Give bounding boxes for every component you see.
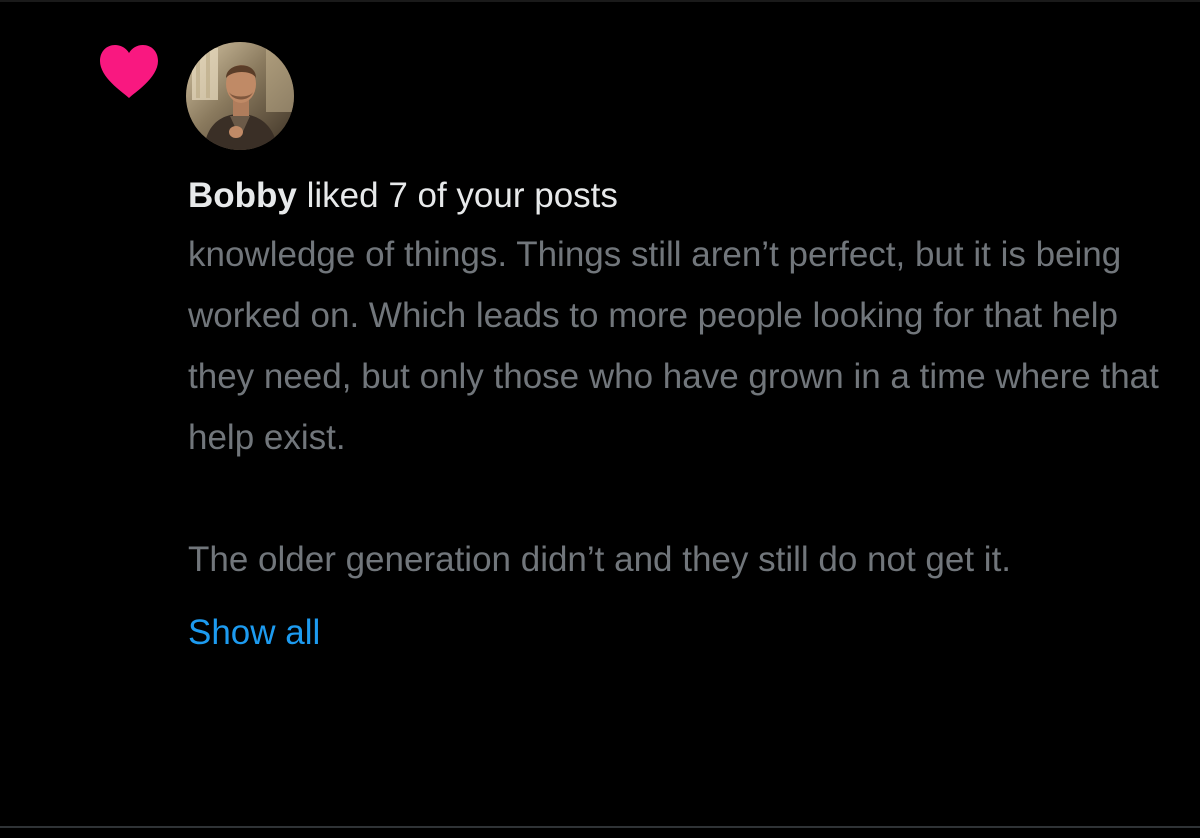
notification-headline: Bobby liked 7 of your posts [188,168,1178,224]
notification-cell[interactable]: Bobby liked 7 of your posts knowledge of… [0,0,1200,838]
bottom-divider [0,826,1200,828]
action-text: liked 7 of your posts [296,176,618,215]
post-preview[interactable]: knowledge of things. Things still aren’t… [188,224,1178,590]
actor-name[interactable]: Bobby [188,176,297,215]
show-all-link[interactable]: Show all [188,603,320,663]
top-divider [0,0,1200,2]
notification-body: Bobby liked 7 of your posts knowledge of… [188,168,1178,663]
avatar-image [186,42,294,150]
heart-icon [100,45,158,98]
post-paragraph: The older generation didn’t and they sti… [188,540,1012,579]
avatar[interactable] [186,42,294,150]
post-paragraph: knowledge of things. Things still aren’t… [188,235,1159,457]
